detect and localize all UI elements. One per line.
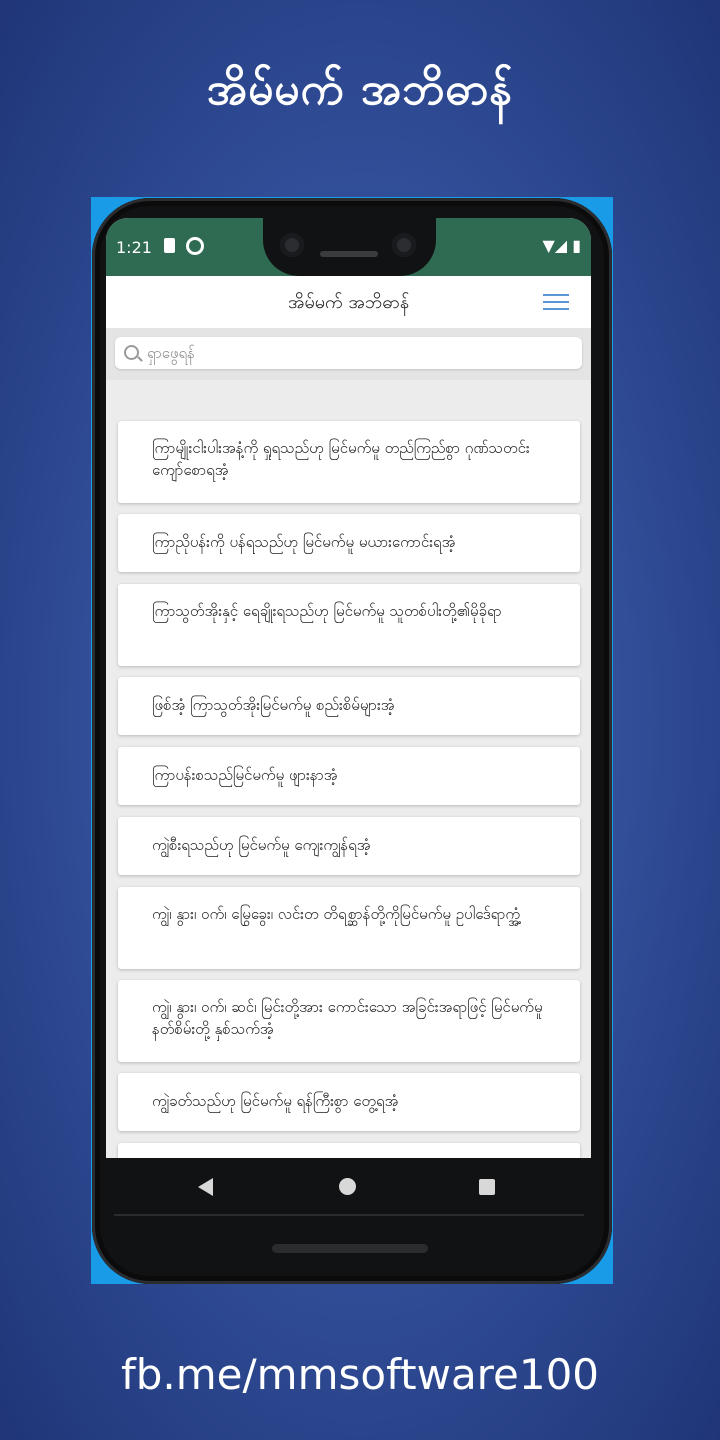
earpiece-speaker (320, 251, 378, 257)
front-sensor-icon (392, 233, 416, 257)
search-bar: ရှာဖွေရန် (106, 328, 591, 380)
phone-chin-divider (114, 1214, 584, 1216)
list-item[interactable]: ကြာမျိုးငါးပါးအနံ့ကို ရှုရသည်ဟု မြင်မက်မ… (118, 421, 580, 503)
bottom-speaker-grille (272, 1244, 428, 1253)
promo-title: အိမ်မက် အဘိဓာန် (206, 64, 514, 115)
list-menu-icon[interactable] (543, 294, 569, 312)
app-screen: 1:21 ▼◢ ▮ အိမ်မက် အဘိဓာန် ရှာဖွေရန် ကြာမ… (106, 218, 591, 1158)
recent-apps-icon[interactable] (479, 1179, 495, 1195)
status-time: 1:21 (116, 238, 152, 257)
list-item[interactable]: ကြာပန်းစသည်မြင်မက်မူ ဖျားနာအံ့ (118, 747, 580, 805)
list-item[interactable]: ကျွဲ၊ နွား၊ ဝက်၊ မြွေခွေး၊ လင်းတ တိရစ္ဆာ… (118, 887, 580, 969)
list-item[interactable]: ဖြစ်အံ့ ကြာသွတ်အိုးမြင်မက်မူ စည်းစိမ်မျာ… (118, 677, 580, 735)
promo-footer-link: fb.me/mmsoftware100 (120, 1350, 600, 1399)
search-input[interactable]: ရှာဖွေရန် (115, 337, 582, 369)
list-item-text: ကြာပန်းစသည်မြင်မက်မူ ဖျားနာအံ့ (152, 766, 338, 784)
front-camera-icon (280, 233, 304, 257)
list-item[interactable]: ကြာညိုပန်းကို ပန်ရသည်ဟု မြင်မက်မူ မယားကေ… (118, 514, 580, 572)
list-item[interactable]: ကြာသွတ်အိုးနှင့် ရေချိုးရသည်ဟု မြင်မက်မူ… (118, 584, 580, 666)
search-placeholder: ရှာဖွေရန် (147, 344, 195, 362)
app-bar: အိမ်မက် အဘိဓာန် (106, 276, 591, 329)
sync-icon (186, 237, 204, 255)
search-icon (124, 345, 139, 360)
list-item-text: ကြာသွတ်အိုးနှင့် ရေချိုးရသည်ဟု မြင်မက်မူ… (152, 602, 502, 620)
home-icon[interactable] (339, 1178, 356, 1195)
list-item-text: ကျွဲ၊ နွား၊ ဝက်၊ မြွေခွေး၊ လင်းတ တိရစ္ဆာ… (152, 905, 521, 923)
list-item-text: ကြာမျိုးငါးပါးအနံ့ကို ရှုရသည်ဟု မြင်မက်မ… (152, 439, 530, 479)
list-item-text: ဖြစ်အံ့ ကြာသွတ်အိုးမြင်မက်မူ စည်းစိမ်မျာ… (152, 696, 395, 714)
sim-icon (164, 238, 175, 253)
navigation-bar (106, 1158, 591, 1214)
list-item-text: ကျွဲ၊ နွား၊ ဝက်၊ ဆင်၊ မြင်းတို့အား ကောင်… (152, 998, 543, 1038)
list-item[interactable]: ကျွဲစီးရသည်ဟု မြင်မက်မူ ကျေးကျွန်ရအံ့ (118, 817, 580, 875)
list-item-text: ကျွဲစီးရသည်ဟု မြင်မက်မူ ကျေးကျွန်ရအံ့ (152, 836, 371, 854)
list-item[interactable]: ကျွဲခတ်သည်ဟု မြင်မက်မူ ရန်ကြီးစွာ တွေ့ရအ… (118, 1073, 580, 1131)
status-right-icons: ▼◢ ▮ (542, 236, 582, 255)
back-icon[interactable] (198, 1178, 213, 1196)
app-title: အိမ်မက် အဘိဓာန် (287, 292, 410, 313)
list-item[interactable]: ကျွဲ၊ နွား၊ ဝက်၊ ဆင်၊ မြင်းတို့အား ကောင်… (118, 980, 580, 1062)
list-item-text: ကျွဲခတ်သည်ဟု မြင်မက်မူ ရန်ကြီးစွာ တွေ့ရအ… (152, 1092, 399, 1110)
list-item-text: ကြာညိုပန်းကို ပန်ရသည်ဟု မြင်မက်မူ မယားကေ… (152, 533, 456, 551)
list-item[interactable] (118, 1143, 580, 1158)
